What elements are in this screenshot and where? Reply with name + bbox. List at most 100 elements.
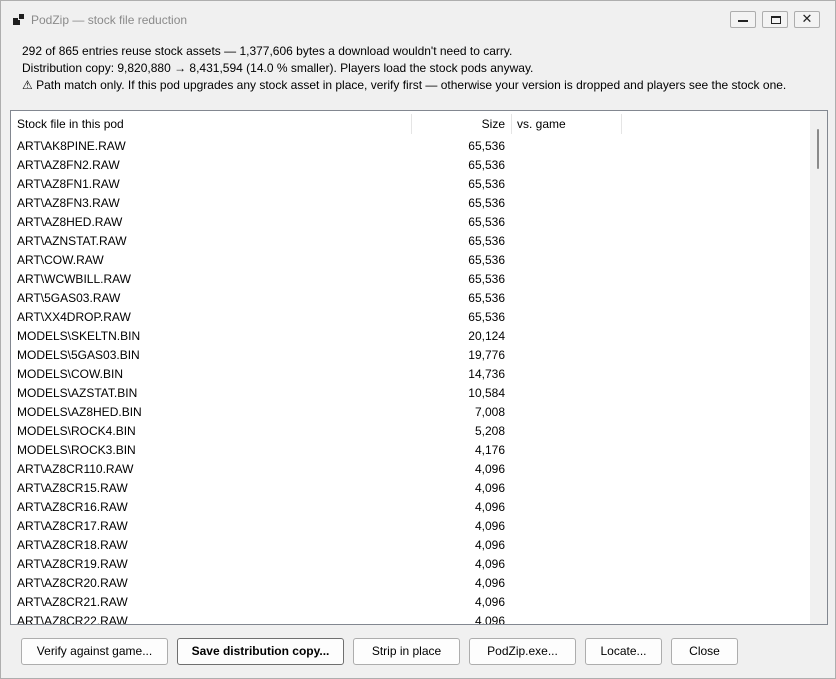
- cell-file-path: ART\AZ8FN1.RAW: [17, 177, 120, 191]
- minimize-icon: [738, 20, 748, 22]
- close-window-button[interactable]: ✕: [794, 11, 820, 28]
- cell-size: 10,584: [468, 386, 505, 400]
- cell-size: 4,096: [474, 557, 505, 571]
- cell-size: 19,776: [468, 348, 505, 362]
- strip-in-place-button[interactable]: Strip in place: [353, 638, 460, 665]
- cell-file-path: ART\COW.RAW: [17, 253, 104, 267]
- app-icon: [13, 13, 25, 25]
- table-row[interactable]: ART\AZ8FN1.RAW 65,536: [11, 175, 811, 194]
- cell-size: 65,536: [468, 234, 505, 248]
- table-row[interactable]: ART\AZ8FN2.RAW 65,536: [11, 156, 811, 175]
- cell-size: 4,176: [474, 443, 505, 457]
- summary-distribution-line: Distribution copy: 9,820,880 → 8,431,594…: [22, 61, 534, 75]
- column-header-file[interactable]: Stock file in this pod: [17, 111, 124, 137]
- title-bar[interactable]: PodZip — stock file reduction ✕: [1, 1, 835, 39]
- cell-size: 4,096: [474, 595, 505, 609]
- column-divider[interactable]: [621, 114, 622, 134]
- stock-file-list[interactable]: Stock file in this pod Size vs. game ART…: [10, 110, 828, 625]
- cell-size: 14,736: [468, 367, 505, 381]
- maximize-button[interactable]: [762, 11, 788, 28]
- table-row[interactable]: MODELS\ROCK3.BIN 4,176: [11, 441, 811, 460]
- table-row[interactable]: ART\XX4DROP.RAW 65,536: [11, 308, 811, 327]
- table-row[interactable]: MODELS\AZSTAT.BIN 10,584: [11, 384, 811, 403]
- cell-size: 5,208: [474, 424, 505, 438]
- cell-size: 65,536: [468, 215, 505, 229]
- column-header-size[interactable]: Size: [411, 111, 505, 137]
- podzip-exe-button[interactable]: PodZip.exe...: [469, 638, 576, 665]
- close-button[interactable]: Close: [671, 638, 738, 665]
- minimize-button[interactable]: [730, 11, 756, 28]
- cell-file-path: MODELS\ROCK3.BIN: [17, 443, 136, 457]
- cell-file-path: MODELS\SKELTN.BIN: [17, 329, 141, 343]
- table-row[interactable]: ART\AZNSTAT.RAW 65,536: [11, 232, 811, 251]
- cell-size: 4,096: [474, 481, 505, 495]
- table-row[interactable]: ART\AZ8FN3.RAW 65,536: [11, 194, 811, 213]
- cell-file-path: ART\WCWBILL.RAW: [17, 272, 132, 286]
- table-row[interactable]: ART\AZ8CR15.RAW 4,096: [11, 479, 811, 498]
- cell-file-path: MODELS\ROCK4.BIN: [17, 424, 136, 438]
- table-row[interactable]: MODELS\COW.BIN 14,736: [11, 365, 811, 384]
- table-row[interactable]: ART\AZ8HED.RAW 65,536: [11, 213, 811, 232]
- cell-size: 65,536: [468, 139, 505, 153]
- column-divider[interactable]: [511, 114, 512, 134]
- column-header-vs-game[interactable]: vs. game: [517, 111, 566, 137]
- podzip-window: PodZip — stock file reduction ✕ 292 of 8…: [0, 0, 836, 679]
- cell-file-path: ART\AZ8CR15.RAW: [17, 481, 128, 495]
- maximize-icon: [771, 16, 781, 24]
- cell-size: 65,536: [468, 158, 505, 172]
- cell-file-path: ART\AZ8CR20.RAW: [17, 576, 128, 590]
- table-row[interactable]: ART\AZ8CR16.RAW 4,096: [11, 498, 811, 517]
- table-row[interactable]: ART\AZ8CR110.RAW 4,096: [11, 460, 811, 479]
- cell-file-path: ART\AZ8CR18.RAW: [17, 538, 128, 552]
- table-row[interactable]: ART\5GAS03.RAW 65,536: [11, 289, 811, 308]
- save-distribution-copy-button[interactable]: Save distribution copy...: [177, 638, 344, 665]
- scrollbar-thumb[interactable]: [817, 129, 819, 169]
- cell-size: 4,096: [474, 519, 505, 533]
- cell-size: 65,536: [468, 196, 505, 210]
- summary-panel: 292 of 865 entries reuse stock assets — …: [22, 43, 822, 94]
- table-row[interactable]: ART\AZ8CR17.RAW 4,096: [11, 517, 811, 536]
- cell-size: 4,096: [474, 538, 505, 552]
- close-icon: ✕: [801, 12, 813, 27]
- list-header: Stock file in this pod Size vs. game: [11, 111, 811, 137]
- cell-file-path: ART\XX4DROP.RAW: [17, 310, 131, 324]
- cell-file-path: MODELS\AZ8HED.BIN: [17, 405, 142, 419]
- table-row[interactable]: ART\AZ8CR22.RAW 4,096: [11, 612, 811, 625]
- table-row[interactable]: MODELS\5GAS03.BIN 19,776: [11, 346, 811, 365]
- cell-file-path: MODELS\5GAS03.BIN: [17, 348, 140, 362]
- cell-file-path: ART\AK8PINE.RAW: [17, 139, 126, 153]
- table-row[interactable]: MODELS\AZ8HED.BIN 7,008: [11, 403, 811, 422]
- cell-size: 65,536: [468, 177, 505, 191]
- cell-file-path: ART\AZ8CR16.RAW: [17, 500, 128, 514]
- table-row[interactable]: ART\COW.RAW 65,536: [11, 251, 811, 270]
- warning-line: ⚠ Path match only. If this pod upgrades …: [22, 78, 787, 92]
- table-row[interactable]: ART\AZ8CR18.RAW 4,096: [11, 536, 811, 555]
- cell-file-path: ART\AZ8CR22.RAW: [17, 614, 128, 625]
- cell-size: 4,096: [474, 500, 505, 514]
- cell-size: 7,008: [474, 405, 505, 419]
- cell-file-path: ART\AZ8FN3.RAW: [17, 196, 120, 210]
- table-row[interactable]: ART\AZ8CR19.RAW 4,096: [11, 555, 811, 574]
- locate-button[interactable]: Locate...: [585, 638, 662, 665]
- verify-against-game-button[interactable]: Verify against game...: [21, 638, 168, 665]
- cell-size: 4,096: [474, 576, 505, 590]
- cell-size: 20,124: [468, 329, 505, 343]
- table-row[interactable]: ART\AK8PINE.RAW 65,536: [11, 137, 811, 156]
- cell-file-path: MODELS\AZSTAT.BIN: [17, 386, 138, 400]
- table-row[interactable]: ART\AZ8CR21.RAW 4,096: [11, 593, 811, 612]
- table-row[interactable]: MODELS\ROCK4.BIN 5,208: [11, 422, 811, 441]
- cell-file-path: ART\5GAS03.RAW: [17, 291, 121, 305]
- cell-file-path: ART\AZ8CR110.RAW: [17, 462, 134, 476]
- table-row[interactable]: ART\WCWBILL.RAW 65,536: [11, 270, 811, 289]
- cell-size: 65,536: [468, 291, 505, 305]
- cell-size: 65,536: [468, 310, 505, 324]
- cell-file-path: ART\AZ8FN2.RAW: [17, 158, 120, 172]
- cell-size: 4,096: [474, 462, 505, 476]
- summary-entries-line: 292 of 865 entries reuse stock assets — …: [22, 44, 513, 58]
- table-row[interactable]: MODELS\SKELTN.BIN 20,124: [11, 327, 811, 346]
- cell-file-path: ART\AZ8CR17.RAW: [17, 519, 128, 533]
- cell-size: 4,096: [474, 614, 505, 625]
- cell-file-path: ART\AZ8HED.RAW: [17, 215, 123, 229]
- table-row[interactable]: ART\AZ8CR20.RAW 4,096: [11, 574, 811, 593]
- vertical-scrollbar[interactable]: [810, 111, 827, 624]
